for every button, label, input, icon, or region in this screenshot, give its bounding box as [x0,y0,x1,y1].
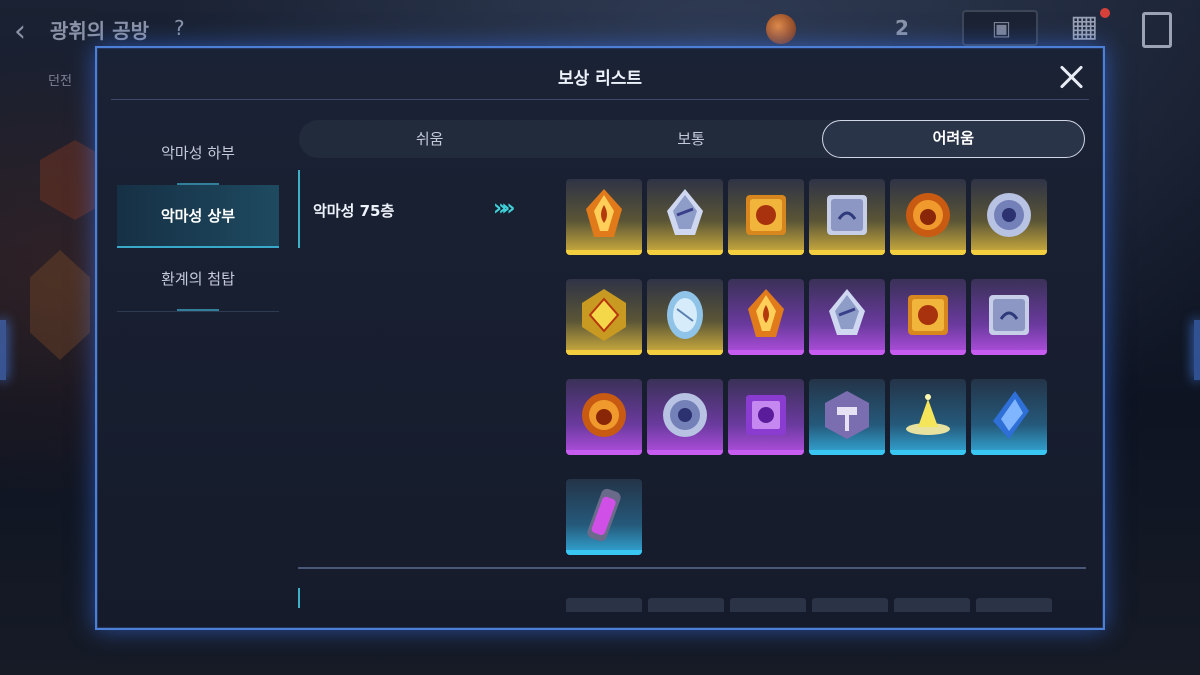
ice-crystal-icon [829,289,865,335]
fire-crystal-icon [586,189,622,237]
reward-item-fire-orb[interactable] [890,179,966,255]
card-icon: ▣ [992,16,1011,40]
reward-item-crystal-disc[interactable] [647,279,723,355]
bg-hexagon [30,250,90,360]
currency-count: 2 [895,16,909,40]
rarity-strip [890,450,966,455]
purple-box-icon [746,395,786,435]
rarity-strip [566,450,642,455]
reward-item-purple-box[interactable] [728,379,804,455]
fire-cube-icon [908,295,948,335]
help-icon[interactable]: ? [174,16,185,40]
hammer-badge-icon [825,391,869,439]
rarity-strip [809,350,885,355]
preview-slot [648,598,724,612]
rarity-strip [971,350,1047,355]
next-floor-accent-bar [298,588,300,608]
reward-list-modal: 보상 리스트 악마성 하부 악마성 상부 환계의 첨탑 쉬움 보통 어려움 악마… [95,46,1105,630]
rarity-strip [971,250,1047,255]
section-divider [298,567,1086,569]
sidebar-item-lower-castle[interactable]: 악마성 하부 [117,122,279,185]
ice-orb-icon [663,393,707,437]
purple-vial-icon [587,488,621,542]
menu-grid-icon[interactable]: ▦ [1070,12,1098,42]
reward-item-fire-crystal[interactable] [566,179,642,255]
reward-item-ice-orb[interactable] [647,379,723,455]
reward-item-gold-dust[interactable] [890,379,966,455]
fire-crystal-icon [748,289,784,337]
rarity-strip [809,450,885,455]
rarity-strip [647,350,723,355]
crystal-disc-icon [667,291,703,339]
double-chevron-right-icon: »» [493,196,516,221]
currency-icon [766,14,796,44]
sidebar-item-spire[interactable]: 환계의 첨탑 [117,248,279,311]
reward-item-fire-crystal[interactable] [728,279,804,355]
reward-item-gold-polyhedron[interactable] [566,279,642,355]
preview-slot [812,598,888,612]
reward-item-ice-orb[interactable] [971,179,1047,255]
bg-glow-edge [0,320,6,380]
rarity-strip [647,250,723,255]
blue-shard-icon [993,391,1029,439]
preview-slot [730,598,806,612]
rarity-strip [728,250,804,255]
tab-easy[interactable]: 쉬움 [299,120,560,158]
tab-hard[interactable]: 어려움 [821,120,1085,158]
next-floor-rewards-preview [566,598,1052,612]
rarity-strip [566,250,642,255]
back-arrow-icon[interactable]: ‹ [14,14,26,49]
fire-orb-icon [906,193,950,237]
bg-glow-edge [1194,320,1200,380]
ice-cube-icon [827,195,867,235]
rarity-strip [647,450,723,455]
preview-slot [976,598,1052,612]
floor-accent-bar [298,170,300,248]
ice-crystal-icon [667,189,703,235]
floor-label: 악마성 75층 [313,202,395,220]
bg-page-title: 광휘의 공방 [50,19,149,43]
reward-item-blue-shard[interactable] [971,379,1047,455]
modal-title: 보상 리스트 [557,69,643,89]
rarity-strip [890,350,966,355]
rarity-strip [971,450,1047,455]
bg-card-button[interactable]: ▣ [962,10,1038,46]
gold-polyhedron-icon [582,289,626,341]
reward-item-ice-cube[interactable] [809,179,885,255]
rarity-strip [890,250,966,255]
title-divider [111,99,1089,100]
reward-item-fire-cube[interactable] [728,179,804,255]
bg-sub-label: 던전 [48,74,72,89]
sidebar-divider [117,311,279,312]
reward-item-fire-orb[interactable] [566,379,642,455]
close-icon[interactable] [1057,62,1087,92]
fire-cube-icon [746,195,786,235]
reward-item-ice-cube[interactable] [971,279,1047,355]
reward-item-ice-crystal[interactable] [809,279,885,355]
notification-dot [1100,8,1110,18]
reward-item-hammer-badge[interactable] [809,379,885,455]
rarity-strip [728,450,804,455]
gold-dust-icon [906,394,950,435]
rarity-strip [809,250,885,255]
ice-orb-icon [987,193,1031,237]
ice-cube-icon [989,295,1029,335]
reward-item-fire-cube[interactable] [890,279,966,355]
tab-normal[interactable]: 보통 [560,120,821,158]
reward-item-ice-crystal[interactable] [647,179,723,255]
difficulty-tabs: 쉬움 보통 어려움 [299,120,1085,158]
rarity-strip [566,350,642,355]
exit-door-icon[interactable] [1142,12,1172,48]
rarity-strip [728,350,804,355]
reward-item-purple-vial[interactable] [566,479,642,555]
preview-slot [566,598,642,612]
dungeon-sidebar: 악마성 하부 악마성 상부 환계의 첨탑 [117,122,279,312]
preview-slot [894,598,970,612]
sidebar-item-upper-castle[interactable]: 악마성 상부 [117,185,279,248]
rarity-strip [566,550,642,555]
fire-orb-icon [582,393,626,437]
